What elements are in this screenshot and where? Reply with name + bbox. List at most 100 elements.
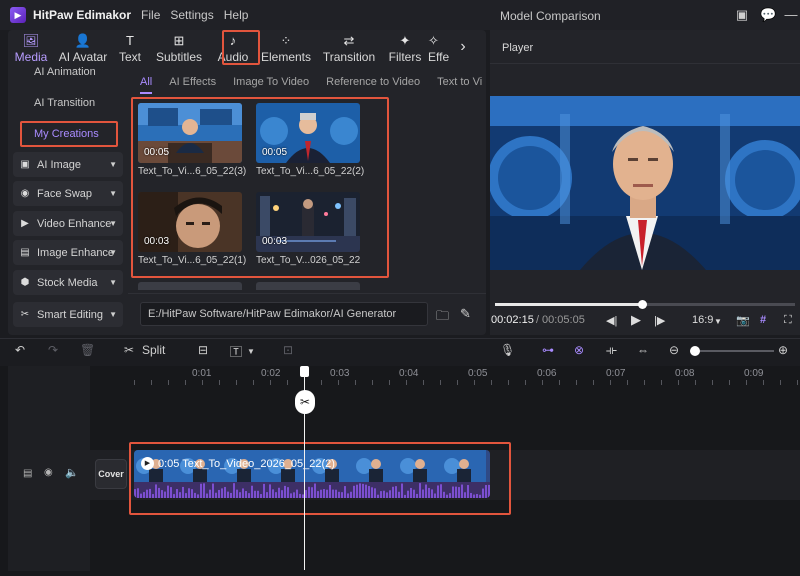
sidebar-image-enhance[interactable]: ▤ Image Enhance ▼ <box>13 240 123 265</box>
split-audio-icon[interactable]: ⟛ <box>606 343 617 358</box>
ruler-tick <box>151 380 152 385</box>
ruler-tick <box>134 380 135 385</box>
tool-effects[interactable]: ✧ Effe <box>428 30 456 68</box>
undo-icon[interactable]: ↶ <box>15 343 25 357</box>
tool-elements[interactable]: ⁘ Elements <box>256 30 316 68</box>
ruler-tick <box>559 380 560 385</box>
waveform-bar <box>410 487 412 498</box>
tool-text[interactable]: T Text <box>112 30 148 68</box>
waveform-bar <box>332 489 334 498</box>
tool-filters[interactable]: ✦ Filters <box>382 30 428 68</box>
ruler-tick <box>712 380 713 385</box>
grid-icon[interactable]: # <box>760 314 766 326</box>
sidebar-ai-image[interactable]: ▣ AI Image ▼ <box>13 152 123 177</box>
output-path-field[interactable]: E:/HitPaw Software/HitPaw Edimakor/AI Ge… <box>140 302 428 326</box>
waveform-bar <box>296 489 298 498</box>
media-thumbnail[interactable]: 00:03 <box>256 192 360 252</box>
playhead-handle[interactable] <box>300 366 309 377</box>
video-enhance-icon: ▶ <box>21 218 29 229</box>
menu-file[interactable]: File <box>141 8 160 22</box>
zoom-out-icon[interactable]: ⊖ <box>669 343 679 357</box>
scissors-icon[interactable]: ✂ <box>124 343 134 357</box>
waveform-bar <box>251 485 253 498</box>
menu-help[interactable]: Help <box>224 8 249 22</box>
tool-transition[interactable]: ⇄ Transition <box>316 30 382 68</box>
link-icon[interactable]: ⊶ <box>542 343 554 357</box>
cover-button[interactable]: Cover <box>95 459 127 489</box>
minimize-icon[interactable]: — <box>783 7 799 23</box>
tab-text-to-video[interactable]: Text to Vi <box>437 76 482 94</box>
split-at-playhead-icon[interactable]: ✂ <box>295 390 315 414</box>
feedback-icon[interactable]: 💬 <box>760 7 776 23</box>
edit-pencil-icon[interactable]: ✎ <box>460 306 471 322</box>
sidebar-stock-media[interactable]: ⬢ Stock Media ▼ <box>13 270 123 295</box>
tab-reference-to-video[interactable]: Reference to Video <box>326 76 420 94</box>
playback-progress-handle[interactable] <box>638 300 647 309</box>
split-button[interactable]: Split <box>142 343 165 357</box>
thumbnail-duration: 00:03 <box>262 236 288 247</box>
ruler-tick <box>474 380 475 385</box>
menu-settings[interactable]: Settings <box>170 8 213 22</box>
toolbar-next-arrow[interactable]: › <box>456 30 470 68</box>
zoom-slider-track[interactable] <box>690 350 774 352</box>
waveform-bar <box>473 494 475 498</box>
tool-media[interactable]: 🖼 Media <box>8 30 54 68</box>
media-thumbnail[interactable]: 00:05 <box>256 103 360 163</box>
ruler-tick <box>491 380 492 385</box>
media-thumbnail[interactable]: 00:05 <box>138 103 242 163</box>
next-frame-icon[interactable]: |▶ <box>654 314 665 327</box>
waveform-bar <box>182 486 184 498</box>
redo-icon[interactable]: ↷ <box>48 343 58 357</box>
snapshot-icon[interactable]: 📷 <box>736 314 750 327</box>
zoom-slider-handle[interactable] <box>690 346 700 356</box>
delete-icon[interactable]: 🗑 <box>80 343 95 357</box>
waveform-bar <box>308 486 310 498</box>
tool-ai-avatar[interactable]: 👤 AI Avatar <box>54 30 112 68</box>
sidebar-my-creations[interactable]: My Creations <box>20 121 118 147</box>
waveform-bar <box>230 492 232 498</box>
sidebar-ai-animation[interactable]: AI Animation <box>34 66 96 78</box>
speaker-icon[interactable]: 🔈 <box>65 466 79 479</box>
aspect-ratio-select[interactable]: 16:9 <box>692 314 713 326</box>
video-preview[interactable] <box>490 96 800 270</box>
waveform-bar <box>209 489 211 498</box>
ruler-tick <box>627 380 628 385</box>
waveform-bar <box>299 493 301 498</box>
prev-frame-icon[interactable]: ◀| <box>606 314 617 327</box>
tab-ai-effects[interactable]: AI Effects <box>169 76 216 94</box>
waveform-bar <box>380 491 382 498</box>
tab-all[interactable]: All <box>140 76 153 94</box>
waveform-bar <box>437 485 439 498</box>
layout-icon[interactable]: ▣ <box>734 7 750 23</box>
folder-icon[interactable]: 🗀 <box>436 307 449 329</box>
waveform-bar <box>245 491 247 498</box>
crop-icon[interactable]: ⊡ <box>283 343 293 357</box>
fit-icon[interactable]: ⇔ <box>637 343 649 357</box>
player-header: Player <box>490 30 800 64</box>
chevron-down-icon: ▼ <box>247 347 255 356</box>
subtitle-tool-icon[interactable]: ⊟ <box>198 343 208 357</box>
clip-frame-face <box>371 459 381 469</box>
zoom-in-icon[interactable]: ⊕ <box>778 343 788 357</box>
clip-frame-face <box>415 459 425 469</box>
eye-icon[interactable]: ◉ <box>44 467 53 478</box>
waveform-bar <box>341 492 343 498</box>
tool-subtitles[interactable]: ⊞ Subtitles <box>148 30 210 68</box>
sidebar-ai-transition[interactable]: AI Transition <box>34 97 95 109</box>
text-icon: T <box>126 33 134 48</box>
fullscreen-icon[interactable]: ⛶ <box>784 314 792 327</box>
media-thumbnail[interactable]: 00:03 <box>138 192 242 252</box>
waveform-bar <box>185 493 187 498</box>
sidebar-video-enhance[interactable]: ▶ Video Enhance ▼ <box>13 211 123 236</box>
track-thumbnail-icon[interactable]: ▤ <box>23 468 32 479</box>
waveform-bar <box>194 492 196 498</box>
sidebar-smart-editing[interactable]: ✂ Smart Editing ▼ <box>13 302 123 327</box>
text-tool-icon[interactable]: 🅃 <box>230 343 242 360</box>
sidebar-face-swap[interactable]: ◉ Face Swap ▼ <box>13 181 123 206</box>
tool-audio[interactable]: ♪ Audio <box>210 30 256 68</box>
play-icon[interactable]: ▶ <box>631 312 641 328</box>
ruler-tick <box>355 380 356 385</box>
tab-image-to-video[interactable]: Image To Video <box>233 76 309 94</box>
magnet-icon[interactable]: ⊗ <box>574 343 584 357</box>
microphone-icon[interactable]: 🎙 <box>500 343 515 357</box>
